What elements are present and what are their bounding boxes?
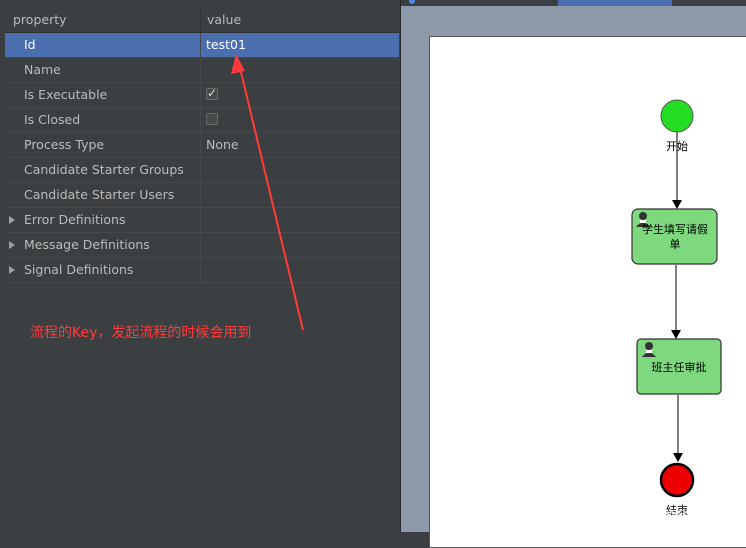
diagram-canvas[interactable]: 开始 结束 学生填写请假单 班主任审批 https://blog.csdn.ne xyxy=(401,0,746,548)
editor-tab-strip xyxy=(401,0,746,6)
bpmn-diagram: 开始 结束 学生填写请假单 班主任审批 xyxy=(429,36,746,548)
start-event[interactable] xyxy=(660,99,694,133)
file-icon xyxy=(409,0,415,4)
flow-arrowhead xyxy=(671,330,681,339)
start-event-label: 开始 xyxy=(666,139,688,153)
flow-arrowhead xyxy=(672,200,682,209)
watermark: https://blog.csdn.net/wangchen xyxy=(516,506,738,522)
active-editor-tab[interactable] xyxy=(558,0,672,6)
end-event[interactable] xyxy=(659,462,695,498)
task-label: 班主任审批 xyxy=(651,360,707,374)
flow-arrowhead xyxy=(673,453,683,462)
task-label: 学生填写请假单 xyxy=(642,223,708,251)
